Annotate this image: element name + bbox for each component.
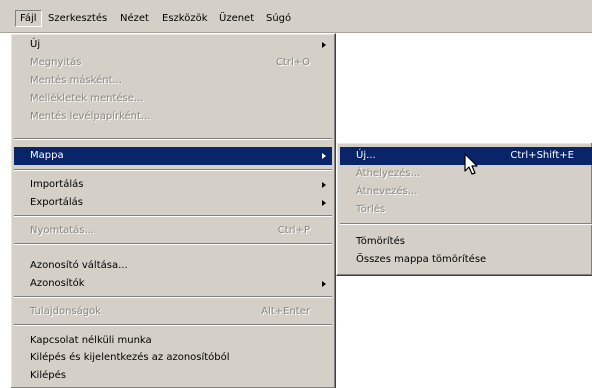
menu-item-label: Mentés másként...: [30, 75, 123, 86]
menu-item-label: Kilépés: [30, 370, 66, 381]
menu-item-save-as-stationery[interactable]: Mentés levélpapírként...: [14, 108, 332, 126]
menu-item-label: Mappa: [30, 150, 64, 161]
menu-tools[interactable]: Eszközök: [158, 10, 212, 27]
menu-help[interactable]: Súgó: [262, 10, 295, 27]
menu-item-save-attachments[interactable]: Mellékletek mentése...: [14, 90, 332, 108]
submenu-arrow-icon: [322, 42, 326, 48]
menu-item-label: Tömörítés: [356, 236, 405, 247]
menu-item-exit[interactable]: Kilépés: [14, 367, 332, 385]
menu-item-properties[interactable]: Tulajdonságok Alt+Enter: [14, 303, 332, 321]
menu-item-shortcut: Ctrl+O: [275, 57, 310, 68]
menu-item-label: Azonosítók: [30, 278, 85, 289]
menu-item-shortcut: Ctrl+P: [277, 225, 310, 236]
menu-separator: [340, 223, 592, 225]
menu-message[interactable]: Üzenet: [215, 10, 258, 27]
menu-view[interactable]: Nézet: [116, 10, 153, 27]
submenu-item-rename[interactable]: Átnevezés...: [340, 183, 592, 201]
menu-item-new[interactable]: Új: [14, 36, 332, 54]
menu-item-save-as[interactable]: Mentés másként...: [14, 72, 332, 90]
menu-item-label: Kilépés és kijelentkezés az azonosítóból: [30, 352, 230, 363]
submenu-arrow-icon: [322, 153, 326, 159]
submenu-item-compact[interactable]: Tömörítés: [340, 233, 592, 251]
menu-file[interactable]: Fájl: [15, 10, 42, 27]
menu-item-label: Új: [30, 39, 41, 50]
menu-item-folder[interactable]: Mappa: [14, 147, 332, 165]
submenu-item-compact-all[interactable]: Összes mappa tömörítése: [340, 251, 592, 269]
menu-separator: [14, 243, 332, 245]
menu-item-identities[interactable]: Azonosítók: [14, 275, 332, 293]
arrow-pointer-icon: [464, 153, 478, 175]
menu-item-exit-and-logoff[interactable]: Kilépés és kijelentkezés az azonosítóból: [14, 349, 332, 367]
menu-separator: [14, 138, 332, 140]
menu-item-label: Átnevezés...: [356, 186, 418, 197]
submenu-arrow-icon: [322, 281, 326, 287]
menu-item-print[interactable]: Nyomtatás... Ctrl+P: [14, 222, 332, 240]
menu-item-label: Mentés levélpapírként...: [30, 111, 151, 122]
menu-item-import[interactable]: Importálás: [14, 176, 332, 194]
menu-item-label: Törlés: [356, 204, 386, 215]
menu-item-open[interactable]: Megnyitás Ctrl+O: [14, 54, 332, 72]
menu-separator: [14, 215, 332, 217]
submenu-arrow-icon: [322, 182, 326, 188]
menu-separator: [14, 296, 332, 298]
menu-item-label: Importálás: [30, 179, 84, 190]
menu-item-label: Exportálás: [30, 197, 83, 208]
menu-item-label: Tulajdonságok: [30, 306, 102, 317]
menu-item-work-offline[interactable]: Kapcsolat nélküli munka: [14, 332, 332, 350]
menu-item-label: Megnyitás: [30, 57, 82, 68]
menu-item-shortcut: Ctrl+Shift+E: [510, 150, 574, 161]
menu-item-label: Mellékletek mentése...: [30, 93, 144, 104]
menu-item-switch-identity[interactable]: Azonosító váltása...: [14, 257, 332, 275]
menu-item-label: Nyomtatás...: [30, 225, 95, 236]
menu-item-export[interactable]: Exportálás: [14, 194, 332, 212]
menu-bar: Fájl Szerkesztés Nézet Eszközök Üzenet S…: [0, 0, 592, 33]
menu-item-label: Kapcsolat nélküli munka: [30, 335, 152, 346]
menu-item-label: Összes mappa tömörítése: [356, 254, 487, 265]
menu-separator: [14, 169, 332, 171]
menu-item-label: Azonosító váltása...: [30, 260, 128, 271]
submenu-arrow-icon: [322, 200, 326, 206]
menu-item-label: Új...: [356, 150, 376, 161]
submenu-item-delete[interactable]: Törlés: [340, 201, 592, 219]
menu-item-shortcut: Alt+Enter: [261, 306, 310, 317]
menu-item-label: Áthelyezés...: [356, 168, 421, 179]
menu-separator: [14, 324, 332, 326]
file-menu: Új Megnyitás Ctrl+O Mentés másként... Me…: [10, 33, 336, 388]
menu-edit[interactable]: Szerkesztés: [44, 10, 111, 27]
